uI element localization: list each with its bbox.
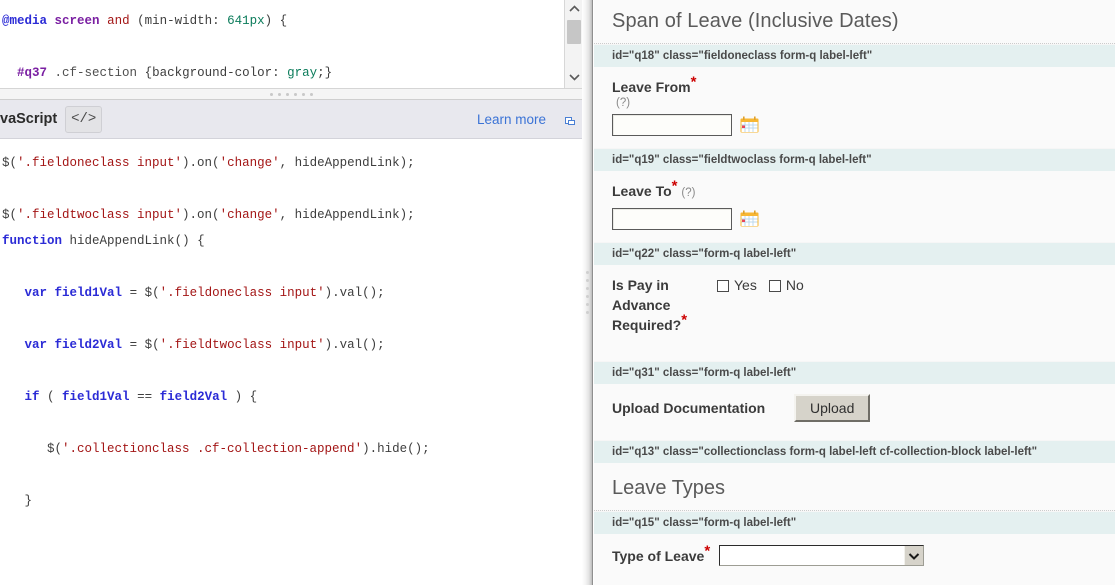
- id-attr: id="q19": [612, 154, 660, 166]
- hint-leave-to: (?): [681, 187, 695, 199]
- css-code-area[interactable]: @media screen and (min-width: 641px) { #…: [0, 0, 582, 88]
- checkbox-yes[interactable]: [717, 280, 729, 292]
- label-upload-documentation: Upload Documentation: [612, 398, 794, 418]
- chevron-down-icon[interactable]: [904, 546, 923, 565]
- label-text: Leave From: [612, 79, 691, 95]
- code-line: [2, 417, 582, 430]
- question-type-of-leave: Type of Leave*: [594, 534, 1115, 578]
- form-section-title: Span of Leave (Inclusive Dates): [594, 0, 1115, 44]
- code-toggle-button[interactable]: </>: [65, 106, 102, 133]
- leave-types-title: Leave Types: [594, 463, 1115, 511]
- app-root: @media screen and (min-width: 641px) { #…: [0, 0, 1115, 585]
- required-asterisk: *: [672, 177, 678, 194]
- css-editor[interactable]: @media screen and (min-width: 641px) { #…: [0, 0, 582, 88]
- required-asterisk: *: [691, 73, 697, 90]
- vertical-splitter[interactable]: [582, 0, 593, 585]
- code-line: $('.collectionclass .cf-collection-appen…: [2, 443, 582, 456]
- code-line: if ( field1Val == field2Val ) {: [2, 391, 582, 404]
- class-attr: class="fieldoneclass form-q label-left": [663, 50, 872, 62]
- id-attr: id="q22": [612, 248, 660, 260]
- id-attr: id="q18": [612, 50, 660, 62]
- class-attr: class="form-q label-left": [663, 517, 796, 529]
- question-pay-in-advance: Is Pay in Advance Required?* Yes No: [594, 265, 1115, 361]
- required-asterisk: *: [704, 542, 710, 559]
- id-attr: id="q13": [612, 446, 660, 458]
- left-editor-pane: @media screen and (min-width: 641px) { #…: [0, 0, 582, 585]
- code-line: [2, 41, 582, 54]
- code-line: #q37 .cf-section {background-color: gray…: [2, 67, 582, 80]
- question-leave-from: Leave From* (?): [594, 67, 1115, 148]
- scroll-up-arrow-icon[interactable]: [565, 0, 582, 18]
- upload-button[interactable]: Upload: [794, 394, 870, 422]
- type-of-leave-select[interactable]: [719, 545, 924, 566]
- id-bar-q31: id="q31" class="form-q label-left": [594, 361, 1115, 384]
- code-line: }: [2, 495, 582, 508]
- css-editor-scrollbar[interactable]: [564, 0, 582, 88]
- javascript-code-editor[interactable]: $('.fieldoneclass input').on('change', h…: [0, 139, 582, 585]
- id-bar-q22: id="q22" class="form-q label-left": [594, 242, 1115, 265]
- id-attr: id="q31": [612, 367, 660, 379]
- leave-from-input[interactable]: [612, 114, 732, 136]
- label-type-of-leave: Type of Leave*: [612, 546, 719, 566]
- question-leave-to: Leave To* (?): [594, 171, 1115, 242]
- code-line: [2, 183, 582, 196]
- checkbox-yes-label: Yes: [734, 277, 757, 293]
- checkbox-group-pay-in-advance: Yes No: [717, 275, 816, 295]
- calendar-icon[interactable]: [740, 116, 759, 134]
- label-pay-in-advance: Is Pay in Advance Required?*: [612, 275, 717, 335]
- code-line: [2, 365, 582, 378]
- hint-leave-from: (?): [612, 97, 759, 109]
- splitter-grip-icon: [586, 271, 589, 314]
- id-bar-q18: id="q18" class="fieldoneclass form-q lab…: [594, 44, 1115, 67]
- class-attr: class="collectionclass form-q label-left…: [663, 446, 1037, 458]
- id-attr: id="q15": [612, 517, 660, 529]
- horizontal-splitter[interactable]: [0, 88, 582, 100]
- form-preview-pane: Span of Leave (Inclusive Dates) id="q18"…: [593, 0, 1115, 585]
- id-bar-q19: id="q19" class="fieldtwoclass form-q lab…: [594, 148, 1115, 171]
- scroll-down-arrow-icon[interactable]: [565, 68, 582, 86]
- javascript-panel-title: vaScript: [0, 111, 57, 127]
- required-asterisk: *: [681, 311, 687, 328]
- code-line: var field2Val = $('.fieldtwoclass input'…: [2, 339, 582, 352]
- code-line: @media screen and (min-width: 641px) {: [2, 15, 582, 28]
- class-attr: class="form-q label-left": [663, 248, 796, 260]
- checkbox-no-label: No: [786, 277, 804, 293]
- question-upload-documentation: Upload Documentation Upload: [594, 384, 1115, 440]
- select-value: [720, 546, 904, 565]
- splitter-grip-icon: [270, 93, 313, 96]
- scrollbar-thumb[interactable]: [567, 20, 581, 44]
- class-attr: class="fieldtwoclass form-q label-left": [663, 154, 872, 166]
- label-leave-to: Leave To* (?): [612, 181, 759, 203]
- label-text: Type of Leave: [612, 548, 704, 564]
- label-text: Is Pay in Advance Required?: [612, 277, 681, 333]
- leave-to-input[interactable]: [612, 208, 732, 230]
- calendar-icon[interactable]: [740, 210, 759, 228]
- label-leave-from: Leave From*: [612, 77, 759, 97]
- javascript-panel-header: vaScript </> Learn more: [0, 100, 582, 139]
- label-text: Leave To: [612, 183, 672, 199]
- code-line: function hideAppendLink() {: [2, 235, 582, 248]
- code-line: [2, 261, 582, 274]
- code-line: var field1Val = $('.fieldoneclass input'…: [2, 287, 582, 300]
- code-line: $('.fieldtwoclass input').on('change', h…: [2, 209, 582, 222]
- checkbox-no[interactable]: [769, 280, 781, 292]
- class-attr: class="form-q label-left": [663, 367, 796, 379]
- code-line: [2, 469, 582, 482]
- learn-more-link[interactable]: Learn more: [477, 112, 572, 127]
- id-bar-q13: id="q13" class="collectionclass form-q l…: [594, 440, 1115, 463]
- code-line: $('.fieldoneclass input').on('change', h…: [2, 157, 582, 170]
- code-line: [2, 313, 582, 326]
- id-bar-q15: id="q15" class="form-q label-left": [594, 511, 1115, 534]
- javascript-code-area[interactable]: $('.fieldoneclass input').on('change', h…: [0, 139, 582, 534]
- window-badge-icon: [564, 114, 576, 126]
